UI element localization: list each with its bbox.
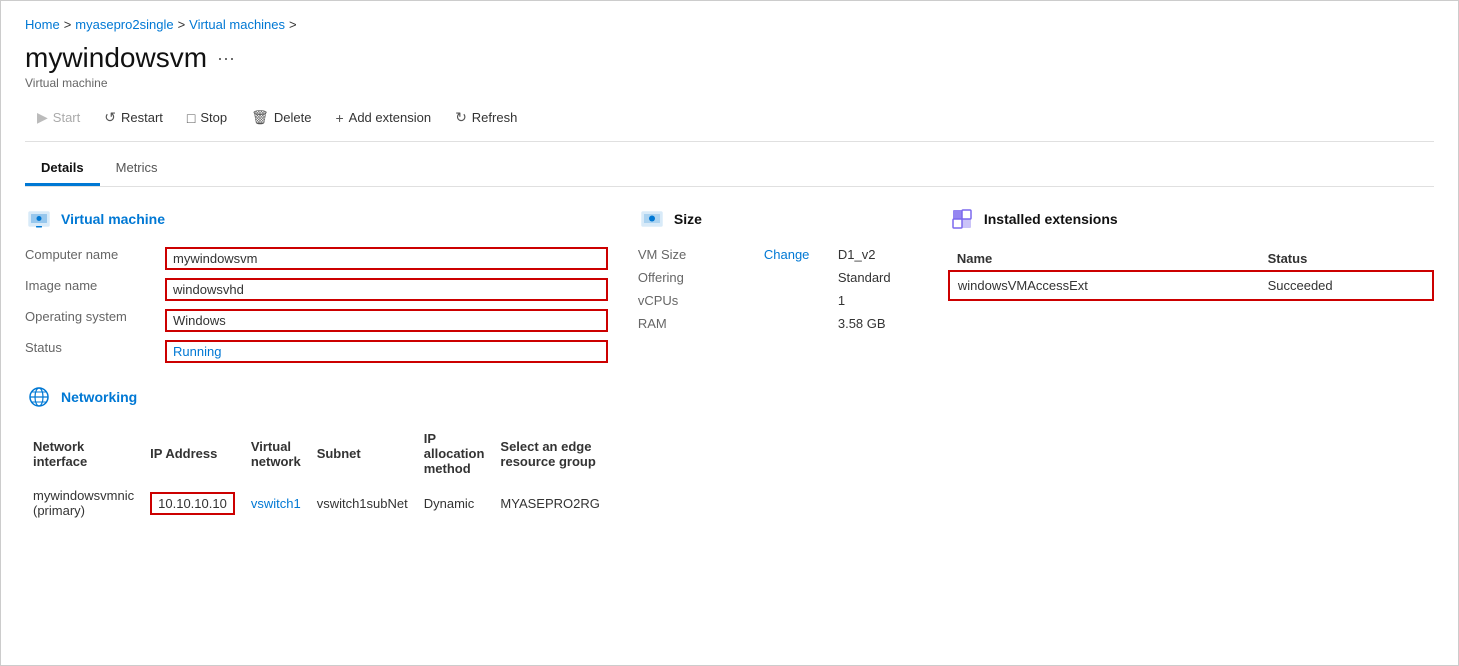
size-section-header: Size	[638, 205, 918, 233]
offering-label: Offering	[638, 270, 758, 285]
ext-col-name: Name	[949, 247, 1260, 271]
stop-icon: □	[187, 110, 195, 126]
vcpus-label: vCPUs	[638, 293, 758, 308]
extensions-table: Name Status windowsVMAccessExt Succeeded	[948, 247, 1434, 301]
networking-section-header: Networking	[25, 383, 608, 411]
ram-value: 3.58 GB	[838, 316, 918, 331]
page-container: Home > myasepro2single > Virtual machine…	[0, 0, 1459, 666]
net-col-rg: Select an edge resource group	[492, 425, 607, 482]
breadcrumb-group[interactable]: myasepro2single	[75, 17, 173, 32]
offering-value: Standard	[838, 270, 918, 285]
tabs: Details Metrics	[25, 152, 1434, 187]
image-name-label: Image name	[25, 278, 155, 301]
networking-table: Network interface IP Address Virtual net…	[25, 425, 608, 524]
vm-section-title: Virtual machine	[61, 211, 165, 227]
add-extension-button[interactable]: + Add extension	[323, 105, 443, 131]
delete-button[interactable]: 🗑 Delete	[239, 104, 323, 131]
extensions-section-header: Installed extensions	[948, 205, 1434, 233]
toolbar: ▶ Start ↺ Restart □ Stop 🗑 Delete + Add …	[25, 104, 1434, 142]
net-rg: MYASEPRO2RG	[492, 482, 607, 524]
networking-icon	[25, 383, 53, 411]
ellipsis-menu[interactable]: ···	[217, 48, 235, 69]
image-name-value: windowsvhd	[165, 278, 608, 301]
os-value: Windows	[165, 309, 608, 332]
breadcrumb-sep2: >	[178, 17, 186, 32]
os-label: Operating system	[25, 309, 155, 332]
page-subtitle: Virtual machine	[25, 76, 1434, 90]
breadcrumb-sep1: >	[64, 17, 72, 32]
net-col-interface: Network interface	[25, 425, 142, 482]
computer-name-label: Computer name	[25, 247, 155, 270]
vm-size-value: D1_v2	[838, 247, 918, 262]
ram-label: RAM	[638, 316, 758, 331]
add-icon: +	[335, 110, 343, 126]
page-title: mywindowsvm	[25, 42, 207, 74]
extensions-column: Installed extensions Name Status windows…	[948, 205, 1434, 524]
page-title-row: mywindowsvm ···	[25, 42, 1434, 74]
delete-icon: 🗑	[251, 109, 269, 126]
net-vnet[interactable]: vswitch1	[243, 482, 309, 524]
net-interface: mywindowsvmnic (primary)	[25, 482, 142, 524]
start-icon: ▶	[37, 109, 48, 126]
ext-col-status: Status	[1260, 247, 1433, 271]
vm-size-change[interactable]: Change	[764, 247, 832, 262]
refresh-icon: ↻	[455, 109, 467, 126]
ip-address-value: 10.10.10.10	[150, 492, 235, 515]
computer-name-value: mywindowsvm	[165, 247, 608, 270]
vm-size-label: VM Size	[638, 247, 758, 262]
breadcrumb: Home > myasepro2single > Virtual machine…	[25, 17, 1434, 32]
size-column: Size VM Size Change D1_v2 Offering Stand…	[638, 205, 918, 524]
status-value: Running	[165, 340, 608, 363]
main-content: Virtual machine Computer name mywindowsv…	[25, 205, 1434, 524]
extensions-section-title: Installed extensions	[984, 211, 1118, 227]
networking-section: Networking Network interface IP Address …	[25, 383, 608, 524]
vm-section-header: Virtual machine	[25, 205, 608, 233]
net-subnet: vswitch1subNet	[309, 482, 416, 524]
ext-status: Succeeded	[1260, 271, 1433, 300]
restart-icon: ↺	[104, 109, 116, 126]
refresh-button[interactable]: ↻ Refresh	[443, 104, 529, 131]
net-col-allocation: IP allocation method	[416, 425, 493, 482]
tab-metrics[interactable]: Metrics	[100, 152, 174, 186]
networking-section-title: Networking	[61, 389, 137, 405]
ext-name: windowsVMAccessExt	[949, 271, 1260, 300]
size-icon	[638, 205, 666, 233]
start-button[interactable]: ▶ Start	[25, 104, 92, 131]
extensions-icon	[948, 205, 976, 233]
breadcrumb-sep3: >	[289, 17, 297, 32]
restart-button[interactable]: ↺ Restart	[92, 104, 175, 131]
net-ip: 10.10.10.10	[142, 482, 243, 524]
breadcrumb-home[interactable]: Home	[25, 17, 60, 32]
breadcrumb-resource[interactable]: Virtual machines	[189, 17, 285, 32]
net-row: mywindowsvmnic (primary) 10.10.10.10 vsw…	[25, 482, 608, 524]
net-col-ip: IP Address	[142, 425, 243, 482]
tab-details[interactable]: Details	[25, 152, 100, 186]
ext-row: windowsVMAccessExt Succeeded	[949, 271, 1433, 300]
net-col-vnet: Virtual network	[243, 425, 309, 482]
size-section-title: Size	[674, 211, 702, 227]
net-col-subnet: Subnet	[309, 425, 416, 482]
vcpus-value: 1	[838, 293, 918, 308]
vm-column: Virtual machine Computer name mywindowsv…	[25, 205, 608, 524]
status-label: Status	[25, 340, 155, 363]
stop-button[interactable]: □ Stop	[175, 105, 239, 131]
vm-icon	[25, 205, 53, 233]
net-allocation: Dynamic	[416, 482, 493, 524]
